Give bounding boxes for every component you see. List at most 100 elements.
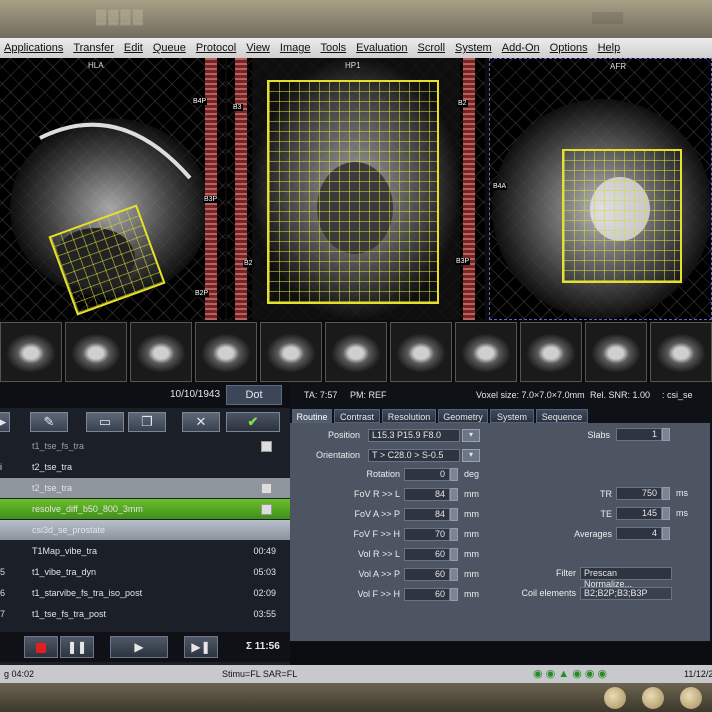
tab-contrast[interactable]: Contrast <box>334 409 380 423</box>
thumbnail[interactable] <box>390 322 452 382</box>
menu-image[interactable]: Image <box>280 42 311 54</box>
orientation-field[interactable]: T > C28.0 > S-0.5 <box>368 449 460 462</box>
chevron-down-icon[interactable]: ▾ <box>462 449 480 462</box>
thumbnail[interactable] <box>65 322 127 382</box>
position-field[interactable]: L15.3 P15.9 F8.0 <box>368 429 460 442</box>
fov-ap-field[interactable]: 84 <box>404 508 450 521</box>
pause-button[interactable]: ❚❚ <box>60 636 94 658</box>
thumbnail[interactable] <box>260 322 322 382</box>
slabs-spinner[interactable] <box>662 428 670 441</box>
fov-ap-spinner[interactable] <box>450 508 458 521</box>
menu-view[interactable]: View <box>246 42 270 54</box>
queue-row-name: csi3d_se_prostate <box>32 525 106 535</box>
tab-system[interactable]: System <box>490 409 534 423</box>
play-button[interactable]: ▶ <box>110 636 168 658</box>
fov-rl-spinner[interactable] <box>450 488 458 501</box>
scan-controls: ❚❚ ▶ ▶❚ Σ 11:56 <box>0 632 290 662</box>
thumbnail[interactable] <box>585 322 647 382</box>
patient-header: 10/10/1943 Dot <box>0 382 290 408</box>
menu-options[interactable]: Options <box>550 42 588 54</box>
checkbox-icon[interactable] <box>261 504 272 515</box>
menu-scroll[interactable]: Scroll <box>418 42 446 54</box>
chevron-down-icon[interactable]: ▾ <box>462 429 480 442</box>
bezel-logo: ▓▓▓▓ <box>96 8 145 24</box>
menu-queue[interactable]: Queue <box>153 42 186 54</box>
te-field[interactable]: 145 <box>616 507 662 520</box>
fov-grid-transverse[interactable] <box>562 149 682 283</box>
fov-fh-spinner[interactable] <box>450 528 458 541</box>
fov-fh-field[interactable]: 70 <box>404 528 450 541</box>
rel-snr: Rel. SNR: 1.00 <box>590 390 651 400</box>
tab-resolution[interactable]: Resolution <box>382 409 436 423</box>
sat-label: B2 <box>457 100 468 107</box>
menu-applications[interactable]: Applications <box>4 42 63 54</box>
syringe-icon[interactable]: ✎ <box>30 412 68 432</box>
checkbox-icon[interactable] <box>261 483 272 494</box>
sat-band-coronal-left[interactable] <box>235 58 247 320</box>
queue-row[interactable]: 5 t1_vibe_tra_dyn 05:03 <box>0 562 290 582</box>
coil-elements-field[interactable]: B2;B2P;B3;B3P <box>580 587 672 600</box>
menu-tools[interactable]: Tools <box>320 42 346 54</box>
menu-add-on[interactable]: Add-On <box>502 42 540 54</box>
copy-icon[interactable]: ❐ <box>128 412 166 432</box>
queue-row[interactable]: i t2_tse_tra <box>0 457 290 477</box>
averages-field[interactable]: 4 <box>616 527 662 540</box>
vol-rl-spinner[interactable] <box>450 548 458 561</box>
menu-evaluation[interactable]: Evaluation <box>356 42 407 54</box>
coronal-viewer[interactable]: HP1 B3 B2 B2 B3P <box>227 58 485 320</box>
queue-row[interactable]: t2_tse_tra <box>0 478 290 498</box>
thumbnail[interactable] <box>650 322 712 382</box>
transverse-viewer[interactable]: AFR B4A <box>489 58 712 320</box>
queue-row[interactable]: 7 t1_tse_fs_tra_post 03:55 <box>0 604 290 624</box>
queue-row-time: 05:03 <box>253 567 276 577</box>
skip-button[interactable]: ▶❚ <box>184 636 218 658</box>
apply-checkmark-icon[interactable]: ✔ <box>226 412 280 432</box>
arrow-icon[interactable]: ▸ <box>0 412 10 432</box>
slabs-field[interactable]: 1 <box>616 428 662 441</box>
vol-rl-label: Vol R >> L <box>357 549 400 559</box>
menu-bar: Applications Transfer Edit Queue Protocol Vie… <box>0 38 712 58</box>
thumbnail[interactable] <box>0 322 62 382</box>
fov-rl-field[interactable]: 84 <box>404 488 450 501</box>
sagittal-viewer[interactable]: HLA B4P B3P B2P <box>0 58 225 320</box>
vol-ap-field[interactable]: 60 <box>404 568 450 581</box>
monitor-button[interactable] <box>642 687 664 709</box>
menu-system[interactable]: System <box>455 42 492 54</box>
tr-spinner[interactable] <box>662 487 670 500</box>
tab-geometry[interactable]: Geometry <box>438 409 488 423</box>
vol-rl-field[interactable]: 60 <box>404 548 450 561</box>
queue-row[interactable]: T1Map_vibe_tra 00:49 <box>0 541 290 561</box>
thumbnail[interactable] <box>520 322 582 382</box>
voxel-size: Voxel size: 7.0×7.0×7.0mm <box>476 390 585 400</box>
filter-label: Filter <box>556 568 576 578</box>
bezel-brand: ▒▒▒▒ <box>592 12 624 24</box>
rotation-field[interactable]: 0 <box>404 468 450 481</box>
vol-fh-field[interactable]: 60 <box>404 588 450 601</box>
tab-routine[interactable]: Routine <box>292 409 332 423</box>
tab-sequence[interactable]: Sequence <box>536 409 588 423</box>
menu-edit[interactable]: Edit <box>124 42 143 54</box>
queue-row[interactable]: csi3d_se_prostate <box>0 520 290 540</box>
monitor-button[interactable] <box>604 687 626 709</box>
monitor-button[interactable] <box>680 687 702 709</box>
thumbnail[interactable] <box>195 322 257 382</box>
filter-field[interactable]: Prescan Normalize... <box>580 567 672 589</box>
sat-band-coronal-right[interactable] <box>463 58 475 320</box>
menu-help[interactable]: Help <box>598 42 621 54</box>
menu-protocol[interactable]: Protocol <box>196 42 236 54</box>
rotation-spinner[interactable] <box>450 468 458 481</box>
stop-button[interactable] <box>24 636 58 658</box>
thumbnail[interactable] <box>455 322 517 382</box>
thumbnail[interactable] <box>130 322 192 382</box>
tr-field[interactable]: 750 <box>616 487 662 500</box>
queue-row[interactable]: resolve_diff_b50_800_3mm <box>0 499 290 519</box>
folder-icon[interactable]: ▭ <box>86 412 124 432</box>
delete-icon[interactable]: ✕ <box>182 412 220 432</box>
averages-spinner[interactable] <box>662 527 670 540</box>
fov-grid-coronal[interactable] <box>267 80 439 304</box>
patient-button[interactable]: Dot <box>226 385 282 405</box>
queue-row[interactable]: 6 t1_starvibe_fs_tra_iso_post 02:09 <box>0 583 290 603</box>
menu-transfer[interactable]: Transfer <box>73 42 114 54</box>
thumbnail[interactable] <box>325 322 387 382</box>
te-spinner[interactable] <box>662 507 670 520</box>
